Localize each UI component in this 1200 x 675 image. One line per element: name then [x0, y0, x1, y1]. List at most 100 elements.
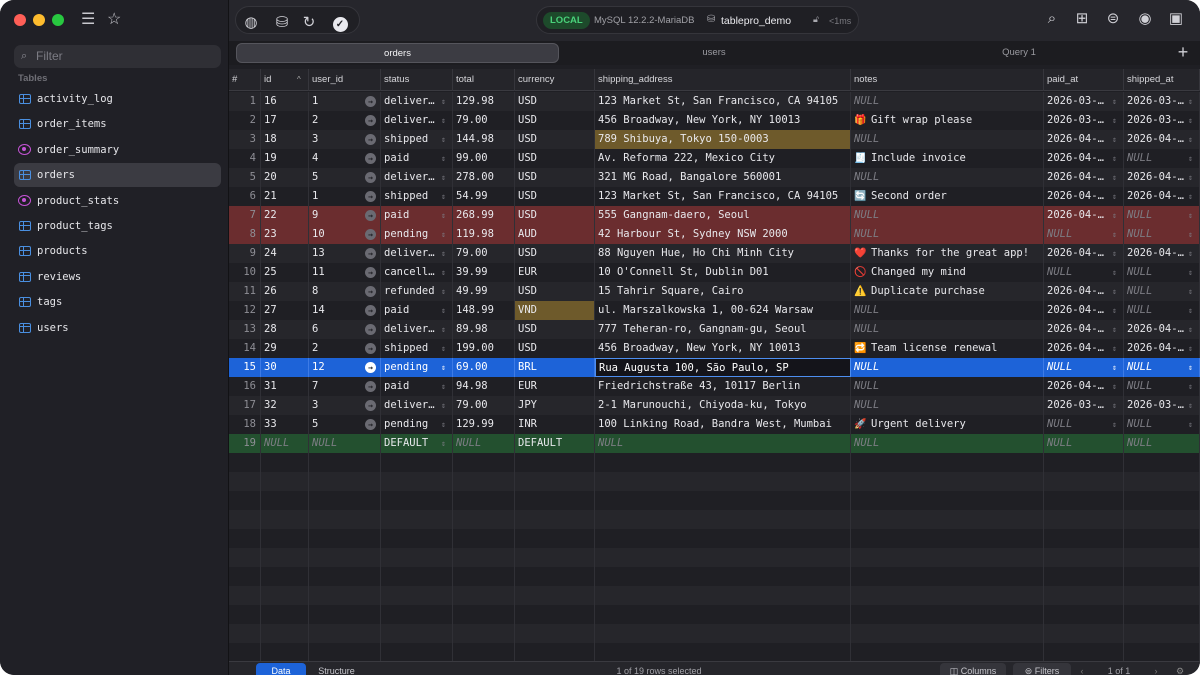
status-dropdown-icon[interactable]: ⇕	[438, 229, 449, 240]
cell-id[interactable]: 19	[261, 149, 309, 168]
cell-shipped-at[interactable]: NULL ⇕	[1124, 149, 1200, 168]
cell-status[interactable]: shipped ⇕	[381, 187, 453, 206]
cell-notes[interactable]: NULL	[851, 225, 1044, 244]
cell-id[interactable]: 31	[261, 377, 309, 396]
cell-notes[interactable]: ❤️ Thanks for the great app!	[851, 244, 1044, 263]
cell-total[interactable]: 94.98	[453, 377, 515, 396]
zoom-window-button[interactable]	[52, 14, 64, 26]
status-dropdown-icon[interactable]: ⇕	[438, 305, 449, 316]
date-picker-icon[interactable]: ⇕	[1109, 191, 1120, 202]
cell-notes[interactable]: NULL	[851, 377, 1044, 396]
cell-address[interactable]: 123 Market St, San Francisco, CA 94105	[595, 92, 851, 111]
cell-notes[interactable]: 🔄 Second order	[851, 187, 1044, 206]
foreign-key-arrow-icon[interactable]: →	[365, 362, 376, 373]
date-picker-icon[interactable]: ⇕	[1109, 305, 1120, 316]
table-row[interactable]: 19 NULL NULL DEFAULT ⇕ NULL DEFAULT NULL NULL NUL…	[229, 434, 1200, 453]
table-row[interactable]: 1 16 1 → deliver… ⇕ 129.98 USD 123 Market St, Sa…	[229, 92, 1200, 111]
tab-users[interactable]: users	[559, 43, 869, 63]
date-picker-icon[interactable]: ⇕	[1109, 381, 1120, 392]
foreign-key-arrow-icon[interactable]: →	[365, 134, 376, 145]
cell-notes[interactable]: NULL	[851, 434, 1044, 453]
cell-shipped-at[interactable]: NULL ⇕	[1124, 358, 1200, 377]
date-picker-icon[interactable]: ⇕	[1109, 115, 1120, 126]
status-dropdown-icon[interactable]: ⇕	[438, 381, 449, 392]
cell-paid-at[interactable]: NULL ⇕	[1044, 263, 1124, 282]
cell-status[interactable]: paid ⇕	[381, 301, 453, 320]
column-header-rownum[interactable]: #	[229, 69, 261, 91]
tab-orders[interactable]: orders	[236, 43, 559, 63]
cell-user-id[interactable]: 5 →	[309, 168, 381, 187]
cell-currency[interactable]: USD	[515, 320, 595, 339]
cell-total[interactable]: 199.00	[453, 339, 515, 358]
cell-total[interactable]: 144.98	[453, 130, 515, 149]
table-row[interactable]: 7 22 9 → paid ⇕ 268.99 USD 555 Gangnam-daero, Se…	[229, 206, 1200, 225]
cell-shipped-at[interactable]: 2026-04-… ⇕	[1124, 339, 1200, 358]
date-picker-icon[interactable]: ⇕	[1185, 400, 1196, 411]
date-picker-icon[interactable]: ⇕	[1185, 134, 1196, 145]
status-dropdown-icon[interactable]: ⇕	[438, 343, 449, 354]
cell-address[interactable]: 100 Linking Road, Bandra West, Mumbai	[595, 415, 851, 434]
cell-user-id[interactable]: 9 →	[309, 206, 381, 225]
cell-currency[interactable]: USD	[515, 206, 595, 225]
status-dropdown-icon[interactable]: ⇕	[438, 115, 449, 126]
cell-address[interactable]: ul. Marszalkowska 1, 00-624 Warsaw	[595, 301, 851, 320]
status-dropdown-icon[interactable]: ⇕	[438, 400, 449, 411]
cell-total[interactable]: 39.99	[453, 263, 515, 282]
foreign-key-arrow-icon[interactable]: →	[365, 172, 376, 183]
date-picker-icon[interactable]: ⇕	[1109, 286, 1120, 297]
cell-shipped-at[interactable]: NULL ⇕	[1124, 225, 1200, 244]
cell-id[interactable]: 27	[261, 301, 309, 320]
cell-currency[interactable]: USD	[515, 168, 595, 187]
cell-notes[interactable]: 🧾 Include invoice	[851, 149, 1044, 168]
cell-id[interactable]: 30	[261, 358, 309, 377]
cell-notes[interactable]: ⚠️ Duplicate purchase	[851, 282, 1044, 301]
table-row[interactable]: 15 30 12 → pending ⇕ 69.00 BRL Rua Augusta 100, …	[229, 358, 1200, 377]
sidebar-item-product-stats[interactable]: product_stats	[14, 189, 221, 213]
table-row[interactable]: 8 23 10 → pending ⇕ 119.98 AUD 42 Harbour St, Sy…	[229, 225, 1200, 244]
cell-user-id[interactable]: 2 →	[309, 111, 381, 130]
cell-total[interactable]: 54.99	[453, 187, 515, 206]
cell-user-id[interactable]: 5 →	[309, 415, 381, 434]
date-picker-icon[interactable]: ⇕	[1185, 172, 1196, 183]
cell-status[interactable]: pending ⇕	[381, 225, 453, 244]
cell-total[interactable]: 278.00	[453, 168, 515, 187]
sidebar-item-product-tags[interactable]: product_tags	[14, 214, 221, 238]
sidebar-item-tags[interactable]: tags	[14, 290, 221, 314]
date-picker-icon[interactable]: ⇕	[1185, 210, 1196, 221]
date-picker-icon[interactable]: ⇕	[1109, 172, 1120, 183]
cell-currency[interactable]: USD	[515, 339, 595, 358]
column-header-total[interactable]: total	[453, 69, 515, 91]
cell-total[interactable]: 99.00	[453, 149, 515, 168]
date-picker-icon[interactable]: ⇕	[1185, 115, 1196, 126]
cell-shipped-at[interactable]: NULL ⇕	[1124, 415, 1200, 434]
status-dropdown-icon[interactable]: ⇕	[438, 191, 449, 202]
date-picker-icon[interactable]: ⇕	[1185, 305, 1196, 316]
cell-currency[interactable]: USD	[515, 92, 595, 111]
cell-paid-at[interactable]: 2026-04-… ⇕	[1044, 168, 1124, 187]
table-row[interactable]: 10 25 11 → cancell… ⇕ 39.99 EUR 10 O'Connell St,…	[229, 263, 1200, 282]
cell-id[interactable]: 23	[261, 225, 309, 244]
cell-id[interactable]: 21	[261, 187, 309, 206]
status-dropdown-icon[interactable]: ⇕	[438, 267, 449, 278]
status-dropdown-icon[interactable]: ⇕	[438, 96, 449, 107]
cell-paid-at[interactable]: NULL ⇕	[1044, 415, 1124, 434]
add-tab-button[interactable]: +	[1171, 42, 1195, 64]
cell-user-id[interactable]: 12 →	[309, 358, 381, 377]
cell-paid-at[interactable]: 2026-03-… ⇕	[1044, 111, 1124, 130]
cell-user-id[interactable]: 7 →	[309, 377, 381, 396]
cell-paid-at[interactable]: NULL	[1044, 434, 1124, 453]
cell-user-id[interactable]: 1 →	[309, 187, 381, 206]
foreign-key-arrow-icon[interactable]: →	[365, 324, 376, 335]
cell-shipped-at[interactable]: 2026-04-… ⇕	[1124, 187, 1200, 206]
cell-address[interactable]: 321 MG Road, Bangalore 560001	[595, 168, 851, 187]
status-dropdown-icon[interactable]: ⇕	[438, 248, 449, 259]
cell-status[interactable]: deliver… ⇕	[381, 244, 453, 263]
cell-notes[interactable]: NULL	[851, 206, 1044, 225]
filter-list-icon[interactable]: ⊜	[1102, 10, 1124, 28]
cell-user-id[interactable]: 13 →	[309, 244, 381, 263]
date-picker-icon[interactable]: ⇕	[1185, 343, 1196, 354]
foreign-key-arrow-icon[interactable]: →	[365, 153, 376, 164]
previous-page-icon[interactable]: ‹	[1075, 663, 1089, 675]
foreign-key-arrow-icon[interactable]: →	[365, 305, 376, 316]
favorites-star-icon[interactable]: ☆	[107, 10, 121, 30]
